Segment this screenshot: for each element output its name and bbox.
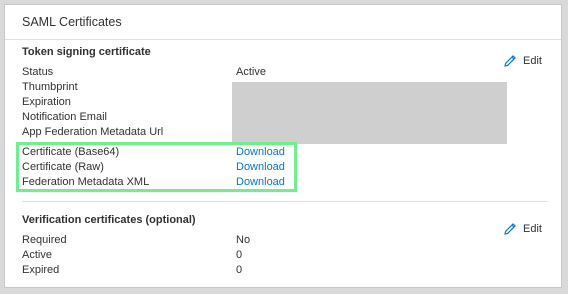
- verification-edit-button[interactable]: Edit: [503, 222, 542, 236]
- app-federation-metadata-url-label: App Federation Metadata Url: [22, 126, 164, 138]
- certificate-base64-label: Certificate (Base64): [22, 146, 120, 158]
- section-divider: [22, 201, 547, 202]
- expired-label: Expired: [22, 264, 60, 276]
- title-divider: [5, 39, 561, 40]
- status-label: Status: [22, 66, 54, 78]
- verification-heading: Verification certificates (optional): [22, 214, 196, 226]
- expiration-label: Expiration: [22, 96, 71, 108]
- thumbprint-label: Thumbprint: [22, 81, 78, 93]
- edit-label: Edit: [523, 55, 542, 67]
- card-title: SAML Certificates: [22, 15, 122, 29]
- federation-metadata-xml-label: Federation Metadata XML: [22, 176, 150, 188]
- certificate-raw-label: Certificate (Raw): [22, 161, 104, 173]
- pencil-icon: [503, 54, 517, 68]
- certificate-base64-download-link[interactable]: Download: [236, 146, 285, 158]
- edit-label: Edit: [523, 223, 542, 235]
- pencil-icon: [503, 222, 517, 236]
- status-value: Active: [236, 66, 266, 78]
- notification-email-label: Notification Email: [22, 111, 107, 123]
- active-value: 0: [236, 249, 243, 261]
- token-signing-edit-button[interactable]: Edit: [503, 54, 542, 68]
- redaction-block: [232, 82, 507, 144]
- certificate-raw-download-link[interactable]: Download: [236, 161, 285, 173]
- token-signing-heading: Token signing certificate: [22, 46, 151, 58]
- active-label: Active: [22, 249, 52, 261]
- federation-metadata-xml-download-link[interactable]: Download: [236, 176, 285, 188]
- required-label: Required: [22, 234, 67, 246]
- saml-certificates-card: SAML Certificates Token signing certific…: [4, 4, 562, 288]
- required-value: No: [236, 234, 251, 246]
- expired-value: 0: [236, 264, 243, 276]
